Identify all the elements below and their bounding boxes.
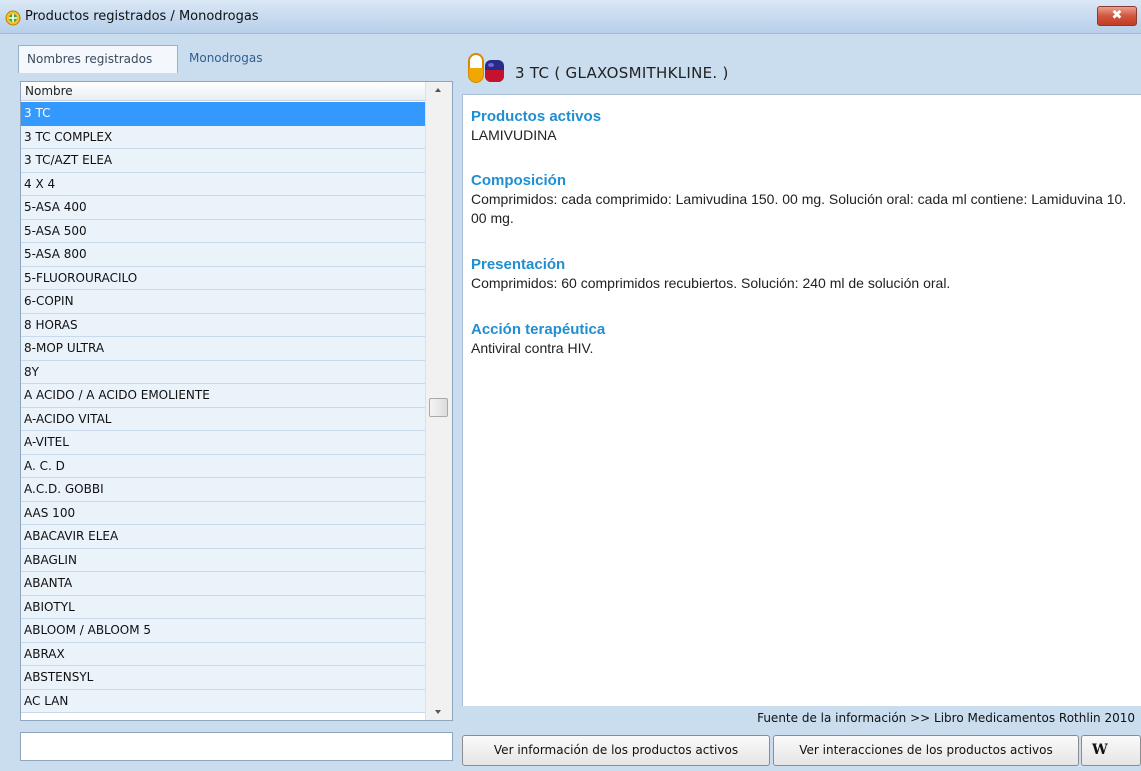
- section-productos-activos: Productos activos LAMIVUDINA: [471, 108, 1131, 145]
- section-heading: Productos activos: [471, 108, 602, 125]
- scroll-up-arrow-icon[interactable]: [435, 88, 441, 92]
- scroll-down-arrow-icon[interactable]: [435, 710, 441, 714]
- list-item[interactable]: 8-MOP ULTRA: [21, 337, 425, 361]
- list-item[interactable]: 5-ASA 800: [21, 243, 425, 267]
- product-details: Productos activos LAMIVUDINA Composición…: [462, 94, 1141, 706]
- section-accion-terapeutica: Acción terapéutica Antiviral contra HIV.: [471, 321, 1131, 358]
- product-title: 3 TC ( GLAXOSMITHKLINE. ): [515, 64, 729, 82]
- list-item[interactable]: A-VITEL: [21, 431, 425, 455]
- list-item[interactable]: ABANTA: [21, 572, 425, 596]
- section-text: Antiviral contra HIV.: [471, 340, 594, 356]
- list-item[interactable]: 8Y: [21, 360, 425, 384]
- list-item[interactable]: 5-ASA 400: [21, 196, 425, 220]
- vertical-scrollbar[interactable]: [425, 82, 452, 720]
- wiki-w-button[interactable]: W: [1081, 735, 1141, 766]
- section-heading: Acción terapéutica: [471, 321, 606, 338]
- list-item[interactable]: ABSTENSYL: [21, 666, 425, 690]
- close-button[interactable]: ✖: [1097, 6, 1137, 26]
- list-item[interactable]: A. C. D: [21, 454, 425, 478]
- product-list[interactable]: Nombre 3 TC 3 TC COMPLEX 3 TC/AZT ELEA 4 X …: [20, 81, 453, 721]
- section-heading: Presentación: [471, 256, 566, 273]
- section-presentacion: Presentación Comprimidos: 60 comprimidos…: [471, 256, 1131, 293]
- tab-nombres-registrados[interactable]: Nombres registrados: [18, 45, 178, 73]
- list-item[interactable]: 8 HORAS: [21, 313, 425, 337]
- list-rows: 3 TC 3 TC COMPLEX 3 TC/AZT ELEA 4 X 4 5-ASA …: [21, 102, 425, 713]
- source-note: Fuente de la información >> Libro Medica…: [757, 711, 1135, 725]
- list-item[interactable]: 5-ASA 500: [21, 219, 425, 243]
- list-item[interactable]: 5-FLUOROURACILO: [21, 266, 425, 290]
- list-item[interactable]: ABAGLIN: [21, 548, 425, 572]
- section-heading: Composición: [471, 172, 567, 189]
- window-title: Productos registrados / Monodrogas: [25, 9, 259, 24]
- section-text: Comprimidos: 60 comprimidos recubiertos.…: [471, 275, 951, 291]
- scroll-thumb[interactable]: [429, 398, 448, 417]
- list-item[interactable]: ABRAX: [21, 642, 425, 666]
- product-header: 3 TC ( GLAXOSMITHKLINE. ): [460, 38, 1141, 92]
- list-item[interactable]: AAS 100: [21, 501, 425, 525]
- ver-interacciones-button[interactable]: Ver interacciones de los productos activ…: [773, 735, 1079, 766]
- section-composicion: Composición Comprimidos: cada comprimido…: [471, 172, 1131, 228]
- list-item[interactable]: ABIOTYL: [21, 595, 425, 619]
- list-item[interactable]: 3 TC COMPLEX: [21, 125, 425, 149]
- list-item[interactable]: A.C.D. GOBBI: [21, 478, 425, 502]
- title-bar: Productos registrados / Monodrogas ✖: [0, 0, 1141, 34]
- left-panel: Nombres registrados Monodrogas Nombre 3 …: [12, 38, 460, 771]
- close-icon: ✖: [1111, 8, 1123, 23]
- list-item[interactable]: ABACAVIR ELEA: [21, 525, 425, 549]
- list-item[interactable]: ABLOOM / ABLOOM 5: [21, 619, 425, 643]
- app-logo-icon: [5, 10, 21, 26]
- list-item[interactable]: A-ACIDO VITAL: [21, 407, 425, 431]
- right-panel: 3 TC ( GLAXOSMITHKLINE. ) Productos acti…: [460, 38, 1141, 771]
- list-item[interactable]: 6-COPIN: [21, 290, 425, 314]
- section-text: LAMIVUDINA: [471, 127, 557, 143]
- list-item[interactable]: A ACIDO / A ACIDO EMOLIENTE: [21, 384, 425, 408]
- list-item[interactable]: 4 X 4: [21, 172, 425, 196]
- pill-capsule-icon: [468, 53, 504, 83]
- section-text: Comprimidos: cada comprimido: Lamivudina…: [471, 191, 1127, 226]
- list-item[interactable]: 3 TC: [21, 102, 425, 126]
- ver-productos-activos-button[interactable]: Ver información de los productos activos: [462, 735, 770, 766]
- filter-input[interactable]: [20, 732, 453, 761]
- tab-monodrogas[interactable]: Monodrogas: [181, 45, 281, 73]
- column-header-nombre[interactable]: Nombre: [21, 82, 425, 101]
- list-item[interactable]: 3 TC/AZT ELEA: [21, 149, 425, 173]
- list-item[interactable]: AC LAN: [21, 689, 425, 713]
